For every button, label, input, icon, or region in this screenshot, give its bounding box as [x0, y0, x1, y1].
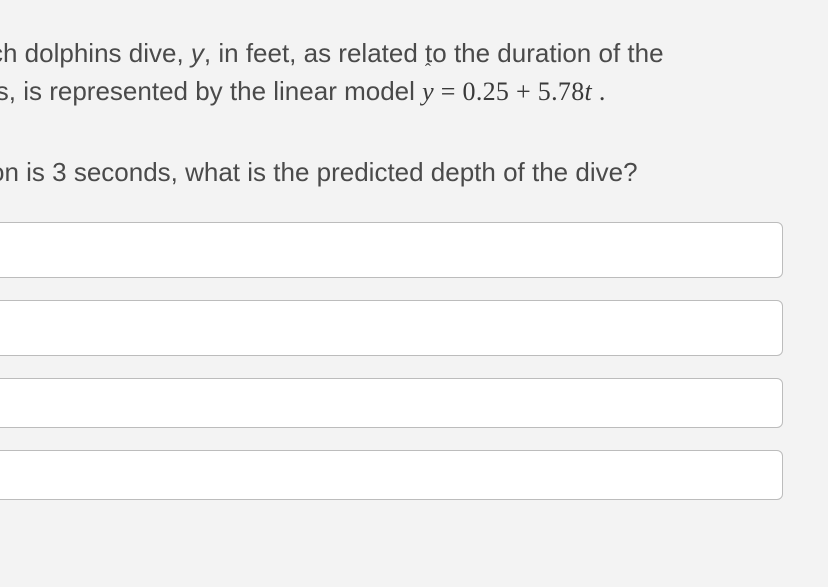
variable-y: y [191, 38, 204, 68]
formula-period: . [592, 77, 606, 106]
text-fragment: ls, is represented by the linear model [0, 76, 422, 106]
linear-model-formula: ˆy = 0.25 + 5.78t . [422, 77, 606, 106]
question-text: on is 3 seconds, what is the predicted d… [0, 154, 828, 192]
answer-option-4[interactable] [0, 450, 783, 500]
formula-body: = 0.25 + 5.78 [434, 77, 585, 106]
text-fragment: ch dolphins dive, [0, 38, 191, 68]
text-fragment: , in feet, as related to the duration of… [204, 38, 664, 68]
paragraph-line-1: ch dolphins dive, y, in feet, as related… [0, 35, 828, 73]
answer-options [0, 222, 828, 500]
question-block: ch dolphins dive, y, in feet, as related… [0, 0, 828, 500]
answer-option-2[interactable] [0, 300, 783, 356]
formula-y-hat: y [422, 77, 434, 106]
answer-option-3[interactable] [0, 378, 783, 428]
formula-t: t [585, 77, 593, 106]
paragraph-line-2: ls, is represented by the linear model ˆ… [0, 73, 828, 111]
context-paragraph: ch dolphins dive, y, in feet, as related… [0, 35, 828, 110]
answer-option-1[interactable] [0, 222, 783, 278]
